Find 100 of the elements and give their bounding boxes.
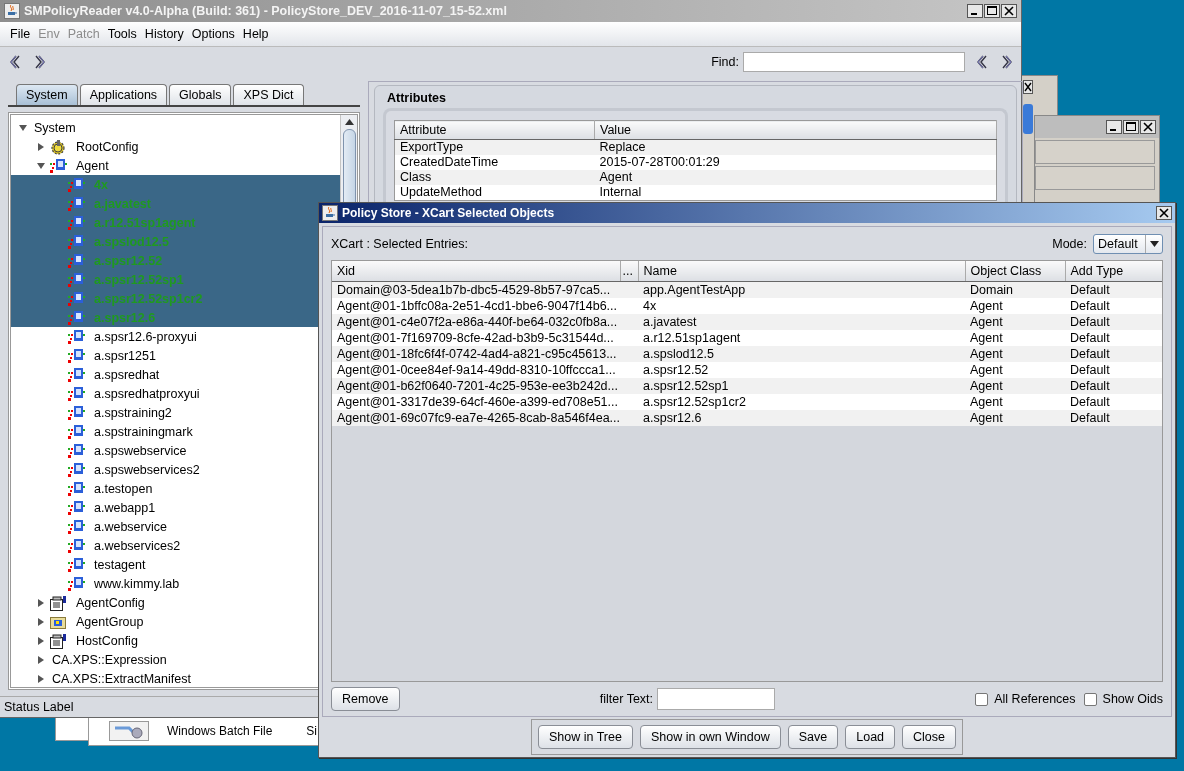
maximize-button[interactable] — [1123, 120, 1139, 134]
tab[interactable]: Globals — [169, 84, 232, 105]
table-cell: a.spsr12.52 — [638, 362, 965, 378]
menu-item[interactable]: History — [140, 27, 188, 41]
tree-item[interactable]: a.spsr12.6-proxyui — [94, 329, 197, 344]
checkbox[interactable] — [975, 692, 989, 706]
back-arrow-icon[interactable] — [8, 54, 22, 70]
table-cell: Agent — [965, 410, 1065, 426]
table-cell: Default — [1065, 346, 1162, 362]
agent-icon — [67, 328, 85, 345]
tab[interactable]: XPS Dict — [233, 84, 304, 105]
collapse-arrow-icon[interactable] — [37, 161, 45, 170]
scroll-up-arrow-icon[interactable] — [344, 119, 354, 125]
table-cell: a.spsr12.52sp1 — [638, 378, 965, 394]
column-header[interactable]: Name — [638, 261, 965, 282]
minimize-button[interactable] — [1106, 120, 1122, 134]
table-cell: Agent@01-7f169709-8cfe-42ad-b3b9-5c31544d... — [332, 330, 620, 346]
cup-icon — [4, 3, 20, 19]
maximize-button[interactable] — [984, 4, 1000, 18]
table-cell: Agent@01-0cee84ef-9a14-49dd-8310-10ffccca1... — [332, 362, 620, 378]
checkbox-label: Show Oids — [1102, 692, 1163, 706]
table-row[interactable]: Agent@01-18fc6f4f-0742-4ad4-a821-c95c45613... a.spslod12.5 Agent Default — [332, 346, 1162, 362]
tree-item[interactable]: HostConfig — [76, 633, 138, 648]
tree-item[interactable]: a.webservices2 — [94, 538, 181, 553]
expand-arrow-icon[interactable] — [37, 674, 45, 683]
table-cell: Default — [1065, 298, 1162, 314]
tree-item[interactable]: a.webapp1 — [94, 500, 156, 515]
collapse-arrow-icon[interactable] — [19, 123, 27, 132]
tree-item[interactable]: www.kimmy.lab — [94, 576, 180, 591]
tree-item[interactable]: Agent — [76, 158, 109, 173]
forward-arrow-icon[interactable] — [999, 54, 1013, 70]
tree-item[interactable]: a.testopen — [94, 481, 153, 496]
close-button[interactable] — [1001, 4, 1017, 18]
column-header[interactable]: Xid — [332, 261, 620, 282]
checkbox[interactable] — [1083, 692, 1097, 706]
column-header[interactable]: Value — [594, 120, 997, 140]
tree-item[interactable]: a.spstraining2 — [94, 405, 172, 420]
expand-arrow-icon[interactable] — [37, 617, 45, 626]
tree-item[interactable]: CA.XPS::ExtractManifest — [52, 671, 191, 686]
remove-button[interactable]: Remove — [331, 687, 400, 711]
table-row[interactable]: Agent@01-69c07fc9-ea7e-4265-8cab-8a546f4ea... a.spsr12.6 Agent Default — [332, 410, 1162, 426]
dialog-button[interactable]: Show in Tree — [537, 725, 633, 749]
mode-dropdown[interactable]: Default — [1093, 233, 1163, 254]
dialog-button[interactable]: Show in own Window — [639, 725, 781, 749]
table-row[interactable]: Agent@01-b62f0640-7201-4c25-953e-ee3b242d... a.spsr12.52sp1 Agent Default — [332, 378, 1162, 394]
tree-item[interactable]: a.spsr1251 — [94, 348, 156, 363]
expand-arrow-icon[interactable] — [37, 598, 45, 607]
tree-item[interactable]: AgentConfig — [76, 595, 145, 610]
agent-icon — [49, 157, 67, 174]
tree-item[interactable]: CA.XPS::Expression — [52, 652, 167, 667]
table-row[interactable]: Agent@01-7f169709-8cfe-42ad-b3b9-5c31544d... a.r12.51sp1agent Agent Default — [332, 330, 1162, 346]
agent-icon — [67, 461, 85, 478]
table-row[interactable]: Agent@01-c4e07f2a-e86a-440f-be64-032c0fb8a... a.javatest Agent Default — [332, 314, 1162, 330]
expand-arrow-icon[interactable] — [37, 142, 45, 151]
tree-item[interactable]: RootConfig — [76, 139, 139, 154]
menu-item[interactable]: File — [6, 27, 35, 41]
tab[interactable]: System — [16, 84, 78, 105]
tree-item[interactable]: System — [34, 120, 76, 135]
table-cell: Class — [394, 170, 595, 185]
table-cell: Agent — [965, 394, 1065, 410]
column-header[interactable]: Object Class — [965, 261, 1065, 282]
tree-item[interactable]: a.webservice — [94, 519, 167, 534]
dialog-button[interactable]: Close — [902, 725, 957, 749]
tree-item[interactable]: AgentGroup — [76, 614, 144, 629]
filter-field[interactable] — [657, 688, 776, 710]
back-arrow-icon[interactable] — [975, 54, 989, 70]
tab[interactable]: Applications — [79, 84, 168, 105]
column-header[interactable]: Attribute — [394, 120, 595, 140]
table-cell: Agent — [965, 314, 1065, 330]
find-field[interactable] — [743, 52, 965, 72]
expand-arrow-icon[interactable] — [37, 636, 45, 645]
tree-item[interactable]: a.spswebservice — [94, 443, 187, 458]
table-cell: Agent@01-69c07fc9-ea7e-4265-8cab-8a546f4ea... — [332, 410, 620, 426]
minimize-button[interactable] — [967, 4, 983, 18]
menu-item[interactable]: Help — [238, 27, 273, 41]
close-button[interactable] — [1140, 120, 1156, 134]
tree-item[interactable]: a.spsredhatproxyui — [94, 386, 200, 401]
close-button[interactable] — [1156, 206, 1172, 220]
table-row[interactable]: Domain@03-5dea1b7b-dbc5-4529-8b57-97ca5... app.AgentTestApp Domain Default — [332, 281, 1162, 298]
table-cell: CreatedDateTime — [394, 155, 595, 170]
gear-icon — [49, 138, 67, 155]
tree-item[interactable]: a.spswebservices2 — [94, 462, 200, 477]
table-row[interactable]: Agent@01-3317de39-64cf-460e-a399-ed708e51... a.spsr12.52sp1cr2 Agent Default — [332, 394, 1162, 410]
table-row[interactable]: Agent@01-1bffc08a-2e51-4cd1-bbe6-9047f14b6... 4x Agent Default — [332, 298, 1162, 314]
menu-item[interactable]: Options — [187, 27, 239, 41]
menu-item[interactable]: Tools — [103, 27, 141, 41]
table-row[interactable]: Agent@01-0cee84ef-9a14-49dd-8310-10ffccca1... a.spsr12.52 Agent Default — [332, 362, 1162, 378]
expand-arrow-icon[interactable] — [37, 655, 45, 664]
close-button[interactable] — [1023, 80, 1033, 94]
table-cell: Default — [1065, 378, 1162, 394]
column-header[interactable]: Add Type — [1065, 261, 1162, 282]
column-text: Si — [306, 724, 317, 738]
dialog-button[interactable]: Save — [787, 725, 839, 749]
table-cell: a.spsr12.6 — [638, 410, 965, 426]
dialog-button[interactable]: Load — [845, 725, 896, 749]
tree-item[interactable]: a.spsredhat — [94, 367, 160, 382]
find-label: Find: — [711, 55, 739, 69]
tree-item[interactable]: testagent — [94, 557, 146, 572]
tree-item[interactable]: a.spstrainingmark — [94, 424, 193, 439]
forward-arrow-icon[interactable] — [32, 54, 46, 70]
